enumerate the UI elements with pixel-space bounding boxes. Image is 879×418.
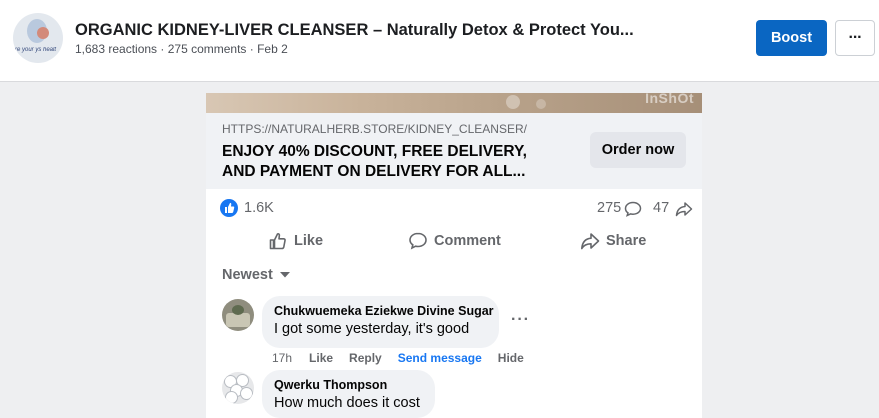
avatar-shape — [241, 388, 252, 399]
share-icon — [581, 233, 600, 250]
comments-sort-dropdown[interactable]: Newest — [222, 265, 291, 285]
link-url: HTTPS://NATURALHERB.STORE/KIDNEY_CLEANSE… — [222, 122, 527, 136]
link-headline: ENJOY 40% DISCOUNT, FREE DELIVERY, AND P… — [222, 143, 527, 180]
comment-label: Comment — [434, 233, 501, 249]
reaction-stats: 1.6K 275 47 — [206, 197, 702, 219]
avatar-shape — [226, 392, 237, 403]
order-now-button[interactable]: Order now — [590, 132, 686, 168]
sort-label: Newest — [222, 267, 273, 283]
commenter-avatar[interactable] — [222, 372, 254, 404]
hide-comment-button[interactable]: Hide — [498, 351, 524, 367]
comment-author[interactable]: Qwerku Thompson — [274, 378, 423, 392]
send-message-button[interactable]: Send message — [398, 351, 482, 367]
like-button[interactable]: Like — [268, 229, 323, 253]
video-watermark: InShOt — [645, 93, 694, 106]
media-bubble — [506, 95, 520, 109]
post-header: re your ys healt ORGANIC KIDNEY-LIVER CL… — [0, 0, 879, 82]
thumbs-up-icon — [269, 233, 286, 250]
avatar-shape — [226, 313, 250, 327]
comment-text: I got some yesterday, it's good — [274, 321, 470, 337]
comment-options-icon[interactable]: ··· — [511, 311, 530, 329]
post-meta: 1,683 reactions · 275 comments · Feb 2 — [75, 42, 288, 56]
comment-count[interactable]: 275 — [597, 200, 621, 216]
comment-author[interactable]: Chukwuemeka Eziekwe Divine Sugar — [274, 304, 494, 318]
post-title[interactable]: ORGANIC KIDNEY-LIVER CLEANSER – Naturall… — [75, 21, 634, 40]
commenter-avatar[interactable] — [222, 299, 254, 331]
boost-button[interactable]: Boost — [756, 20, 827, 56]
comment-icon — [409, 232, 427, 250]
comment-bubble: Chukwuemeka Eziekwe Divine Sugar I got s… — [262, 296, 499, 348]
post-media[interactable]: InShOt — [206, 93, 702, 113]
comment-button[interactable]: Comment — [408, 229, 501, 253]
caret-down-icon — [279, 272, 290, 278]
avatar-shape — [237, 375, 248, 386]
like-reaction-icon[interactable] — [220, 199, 238, 217]
share-label: Share — [606, 233, 647, 249]
comment-reply-button[interactable]: Reply — [349, 351, 382, 367]
link-preview[interactable]: HTTPS://NATURALHERB.STORE/KIDNEY_CLEANSE… — [206, 113, 702, 189]
post-card: InShOt HTTPS://NATURALHERB.STORE/KIDNEY_… — [206, 93, 702, 418]
comment-bubble: Qwerku Thompson How much does it cost — [262, 370, 435, 418]
page-avatar[interactable]: re your ys healt — [13, 13, 63, 63]
comment-bubble-icon — [624, 201, 642, 217]
more-options-button[interactable]: ··· — [835, 20, 875, 56]
page-logo-accent — [37, 27, 49, 39]
comment-text: How much does it cost — [274, 395, 420, 411]
like-label: Like — [294, 233, 324, 249]
share-arrow-icon — [675, 202, 693, 217]
media-bubble — [536, 99, 546, 109]
post-actions: Like Comment Share — [206, 229, 702, 253]
share-count[interactable]: 47 — [653, 200, 669, 216]
share-button[interactable]: Share — [580, 229, 646, 253]
comment-timestamp[interactable]: 17h — [272, 351, 292, 367]
comment-like-button[interactable]: Like — [309, 351, 333, 367]
comment-actions: 17h Like Reply Send message Hide — [272, 351, 524, 367]
page-logo-text: re your ys healt — [15, 47, 57, 53]
like-count[interactable]: 1.6K — [244, 200, 274, 216]
avatar-shape — [232, 305, 244, 315]
